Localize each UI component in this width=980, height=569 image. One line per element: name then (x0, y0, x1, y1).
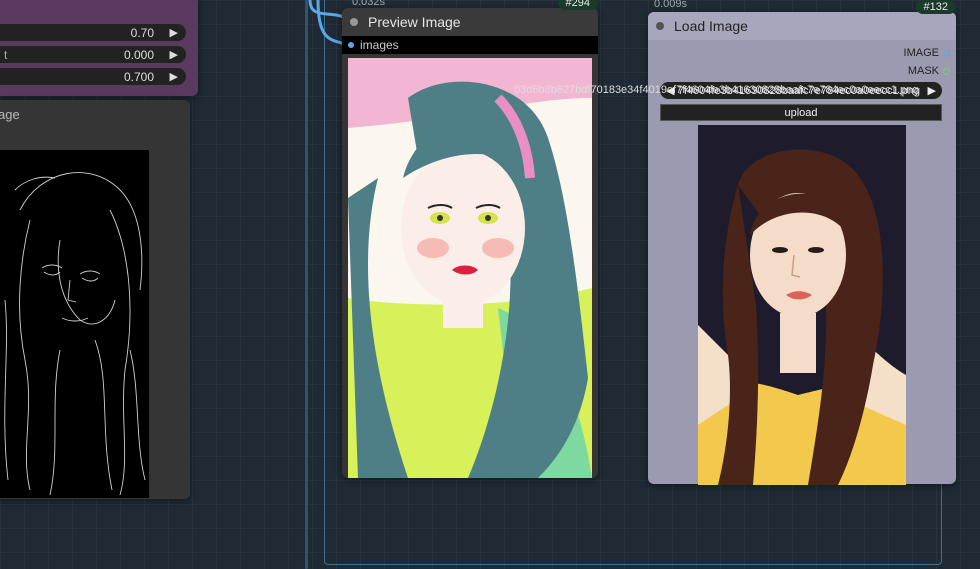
generated-anime-portrait (348, 58, 592, 478)
node-header[interactable]: Preview Image (342, 8, 598, 36)
input-slot-images[interactable]: images (342, 36, 598, 54)
collapse-dot-icon[interactable] (656, 22, 664, 30)
value-slider-2[interactable]: t 0.000 ▶ (0, 46, 186, 63)
value-slider-3[interactable]: 0.700 ▶ (0, 68, 186, 85)
group-frame-edge (305, 0, 308, 569)
increment-arrow-icon[interactable]: ▶ (170, 70, 178, 83)
edge-sketch-graphic (4, 172, 146, 496)
widget-label: t (4, 47, 8, 62)
input-socket-icon[interactable] (348, 42, 354, 48)
widget-value: 0.000 (123, 47, 154, 62)
edge-map-image (0, 150, 149, 498)
input-label: images (360, 38, 399, 52)
output-socket-icon[interactable] (943, 67, 950, 75)
increment-arrow-icon[interactable]: ▶ (170, 48, 178, 61)
loaded-photo (698, 125, 906, 485)
output-label: IMAGE (903, 47, 939, 59)
value-slider-1[interactable]: 0.70 ▶ (0, 24, 186, 41)
collapse-dot-icon[interactable] (350, 18, 358, 26)
node-id-badge: #132 (915, 0, 956, 14)
filename-tooltip: 03d6b8b627bdf70183e34f4019ef7f4604fe3b41… (514, 84, 919, 96)
node-canvas[interactable]: 0.70 ▶ t 0.000 ▶ 0.700 ▶ age 0.032s #294… (0, 0, 980, 569)
output-label: MASK (907, 65, 939, 77)
widget-value: 0.70 (130, 25, 154, 40)
widget-value: 0.700 (123, 69, 154, 84)
node-title: age (0, 106, 20, 122)
increment-arrow-icon[interactable]: ▶ (170, 26, 178, 39)
canny-image-node[interactable]: age (0, 100, 190, 499)
node-title: Preview Image (368, 14, 461, 30)
output-socket-icon[interactable] (943, 49, 950, 57)
upload-button[interactable]: upload (660, 104, 942, 121)
load-image-node[interactable]: 0.009s #132 Load Image IMAGE MASK ◀ 7f46… (648, 0, 956, 485)
output-slot-image[interactable]: IMAGE (904, 47, 950, 59)
node-timing: 0.032s (352, 0, 386, 8)
settings-node[interactable]: 0.70 ▶ t 0.000 ▶ 0.700 ▶ (0, 0, 198, 96)
photo-portrait-graphic (698, 125, 906, 485)
preview-image-node[interactable]: 0.032s #294 Preview Image images (342, 0, 598, 478)
node-title: Load Image (674, 18, 748, 34)
node-header[interactable]: Load Image (648, 12, 956, 40)
node-id-badge: #294 (557, 0, 598, 10)
output-slot-mask[interactable]: MASK (908, 65, 950, 77)
increment-arrow-icon[interactable]: ▶ (928, 84, 936, 97)
anime-portrait-graphic (348, 58, 592, 478)
node-timing: 0.009s (654, 0, 688, 10)
